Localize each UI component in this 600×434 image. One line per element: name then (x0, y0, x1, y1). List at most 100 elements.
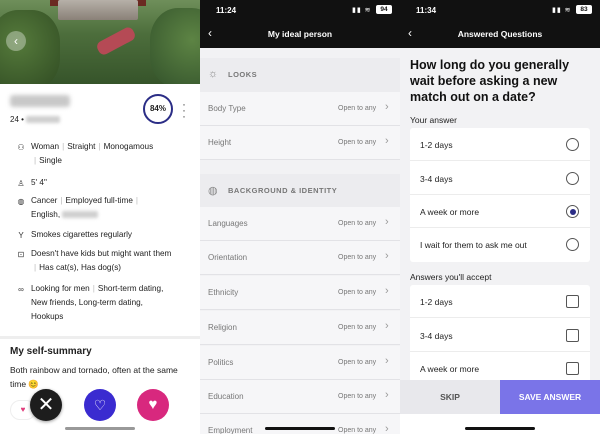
save-answer-button[interactable]: SAVE ANSWER (500, 380, 600, 414)
chevron-right-icon: › (385, 355, 389, 367)
accept-answers-label: Answers you'll accept (410, 272, 492, 282)
answer-option[interactable]: 1-2 days (410, 128, 590, 161)
pets-value: Has cat(s), Has dog(s) (39, 263, 122, 272)
chevron-right-icon: › (385, 135, 389, 147)
profile-location-redacted (26, 116, 60, 123)
pref-row-education[interactable]: Education Open to any › (200, 380, 400, 414)
signal-wifi-icon: ▮▮ ≋ (552, 7, 572, 14)
radio-button[interactable] (566, 238, 579, 251)
section-background: ◍ BACKGROUND & IDENTITY (200, 174, 400, 208)
status-time: 11:24 (216, 6, 237, 15)
ruler-icon: ♙ (17, 179, 25, 188)
heart-icon: ♥ (148, 396, 158, 413)
battery-indicator: 83 (576, 5, 592, 14)
identity-relationship: Monogamous (103, 142, 154, 151)
chevron-right-icon: › (385, 216, 389, 228)
pref-row-ethnicity[interactable]: Ethnicity Open to any › (200, 276, 400, 310)
sign-value: Cancer (31, 196, 58, 205)
status-time: 11:34 (416, 6, 437, 15)
pref-value: Open to any (338, 105, 377, 112)
profile-panel: ‹ 24 • 84% · · · ⚇ Woman | Straight | Monogamo… (0, 0, 200, 434)
profile-age: 24 • (10, 115, 24, 124)
bottom-safe-area (400, 414, 600, 434)
kebab-icon[interactable]: · · · (181, 98, 187, 122)
smoking-value: Smokes cigarettes regularly (31, 230, 133, 239)
pref-row-religion[interactable]: Religion Open to any › (200, 311, 400, 345)
accept-option[interactable]: 3-4 days (410, 319, 590, 352)
section-looks: ☼ LOOKS (200, 58, 400, 92)
profile-photo[interactable] (0, 0, 200, 84)
answered-questions-panel: 11:34 ▮▮ ≋ 83 ‹ Answered Questions How l… (400, 0, 600, 434)
chevron-right-icon: › (385, 101, 389, 113)
pref-label: Height (208, 138, 232, 147)
radio-button[interactable] (566, 138, 579, 151)
looking-for-value: Looking for men (31, 284, 90, 293)
pref-row-languages[interactable]: Languages Open to any › (200, 207, 400, 241)
chevron-right-icon: › (385, 320, 389, 332)
page-title: My ideal person (267, 29, 333, 39)
detail-identity: ⚇ Woman | Straight | Monogamous | Single (17, 142, 154, 165)
identity-gender: Woman (31, 142, 60, 151)
nav-bar: ‹ My ideal person (200, 24, 400, 46)
pref-row-orientation[interactable]: Orientation Open to any › (200, 241, 400, 275)
section-background-label: BACKGROUND & IDENTITY (228, 186, 338, 195)
checkbox[interactable] (566, 295, 579, 308)
accept-option[interactable]: 1-2 days (410, 285, 590, 318)
pref-row-politics[interactable]: Politics Open to any › (200, 346, 400, 380)
home-indicator (65, 427, 135, 430)
sun-icon: ☼ (208, 68, 219, 80)
photo-back-button[interactable]: ‹ (6, 31, 26, 51)
pref-label: Ethnicity (208, 288, 239, 297)
radio-button-selected[interactable] (566, 205, 579, 218)
detail-background: ◍ Cancer | Employed full-time | English, (17, 196, 139, 219)
answer-option[interactable]: A week or more (410, 195, 590, 228)
match-percent-badge[interactable]: 84% (143, 94, 173, 124)
pass-button[interactable]: ✕ (30, 389, 62, 421)
kids-value: Doesn't have kids but might want them (31, 249, 172, 258)
answer-option[interactable]: I wait for them to ask me out (410, 228, 590, 261)
section-divider (0, 336, 200, 339)
chevron-left-icon: ‹ (14, 34, 18, 48)
your-answer-card: 1-2 days 3-4 days A week or more I wait … (410, 128, 590, 262)
like-button[interactable]: ♥ (137, 389, 169, 421)
answer-option-label: A week or more (420, 207, 480, 217)
checkbox[interactable] (566, 362, 579, 375)
pref-value: Open to any (338, 359, 377, 366)
skip-button[interactable]: SKIP (400, 380, 500, 414)
answer-option[interactable]: 3-4 days (410, 162, 590, 195)
question-text: How long do you generally wait before as… (410, 58, 570, 104)
answer-option-label: 3-4 days (420, 174, 453, 184)
accept-answers-card: 1-2 days 3-4 days A week or more (410, 285, 590, 385)
identity-orientation: Straight (67, 142, 96, 151)
pref-row-height[interactable]: Height Open to any › (200, 126, 400, 160)
battery-indicator: 94 (376, 5, 392, 14)
cocktail-icon: Y (18, 231, 24, 240)
self-summary-text: Both rainbow and tornado, often at the s… (10, 365, 178, 389)
languages-value: English, (31, 210, 61, 219)
radio-button[interactable] (566, 172, 579, 185)
pref-label: Politics (208, 358, 234, 367)
chevron-right-icon: › (385, 423, 389, 434)
pref-label: Religion (208, 323, 237, 332)
pref-row-body-type[interactable]: Body Type Open to any › (200, 92, 400, 126)
self-summary-title: My self-summary (10, 346, 92, 357)
your-answer-label: Your answer (410, 115, 457, 125)
pref-value: Open to any (338, 220, 377, 227)
pref-value: Open to any (338, 139, 377, 146)
superlike-button[interactable]: ♡ (84, 389, 116, 421)
section-looks-label: LOOKS (228, 70, 258, 79)
accept-option-label: 3-4 days (420, 331, 453, 341)
identity-status: Single (39, 156, 62, 165)
photo-house (58, 0, 138, 20)
pref-row-employment[interactable]: Employment Open to any › (200, 414, 400, 434)
nav-bar: ‹ Answered Questions (400, 24, 600, 46)
height-value: 5' 4" (31, 178, 47, 187)
pref-label: Body Type (208, 104, 246, 113)
photo-person (95, 25, 137, 57)
message-heart-icon: ♡ (93, 397, 107, 413)
profile-name-redacted (10, 95, 70, 107)
pref-value: Open to any (338, 427, 377, 434)
job-value: Employed full-time (65, 196, 133, 205)
photo-trees-right (150, 8, 200, 84)
checkbox[interactable] (566, 329, 579, 342)
